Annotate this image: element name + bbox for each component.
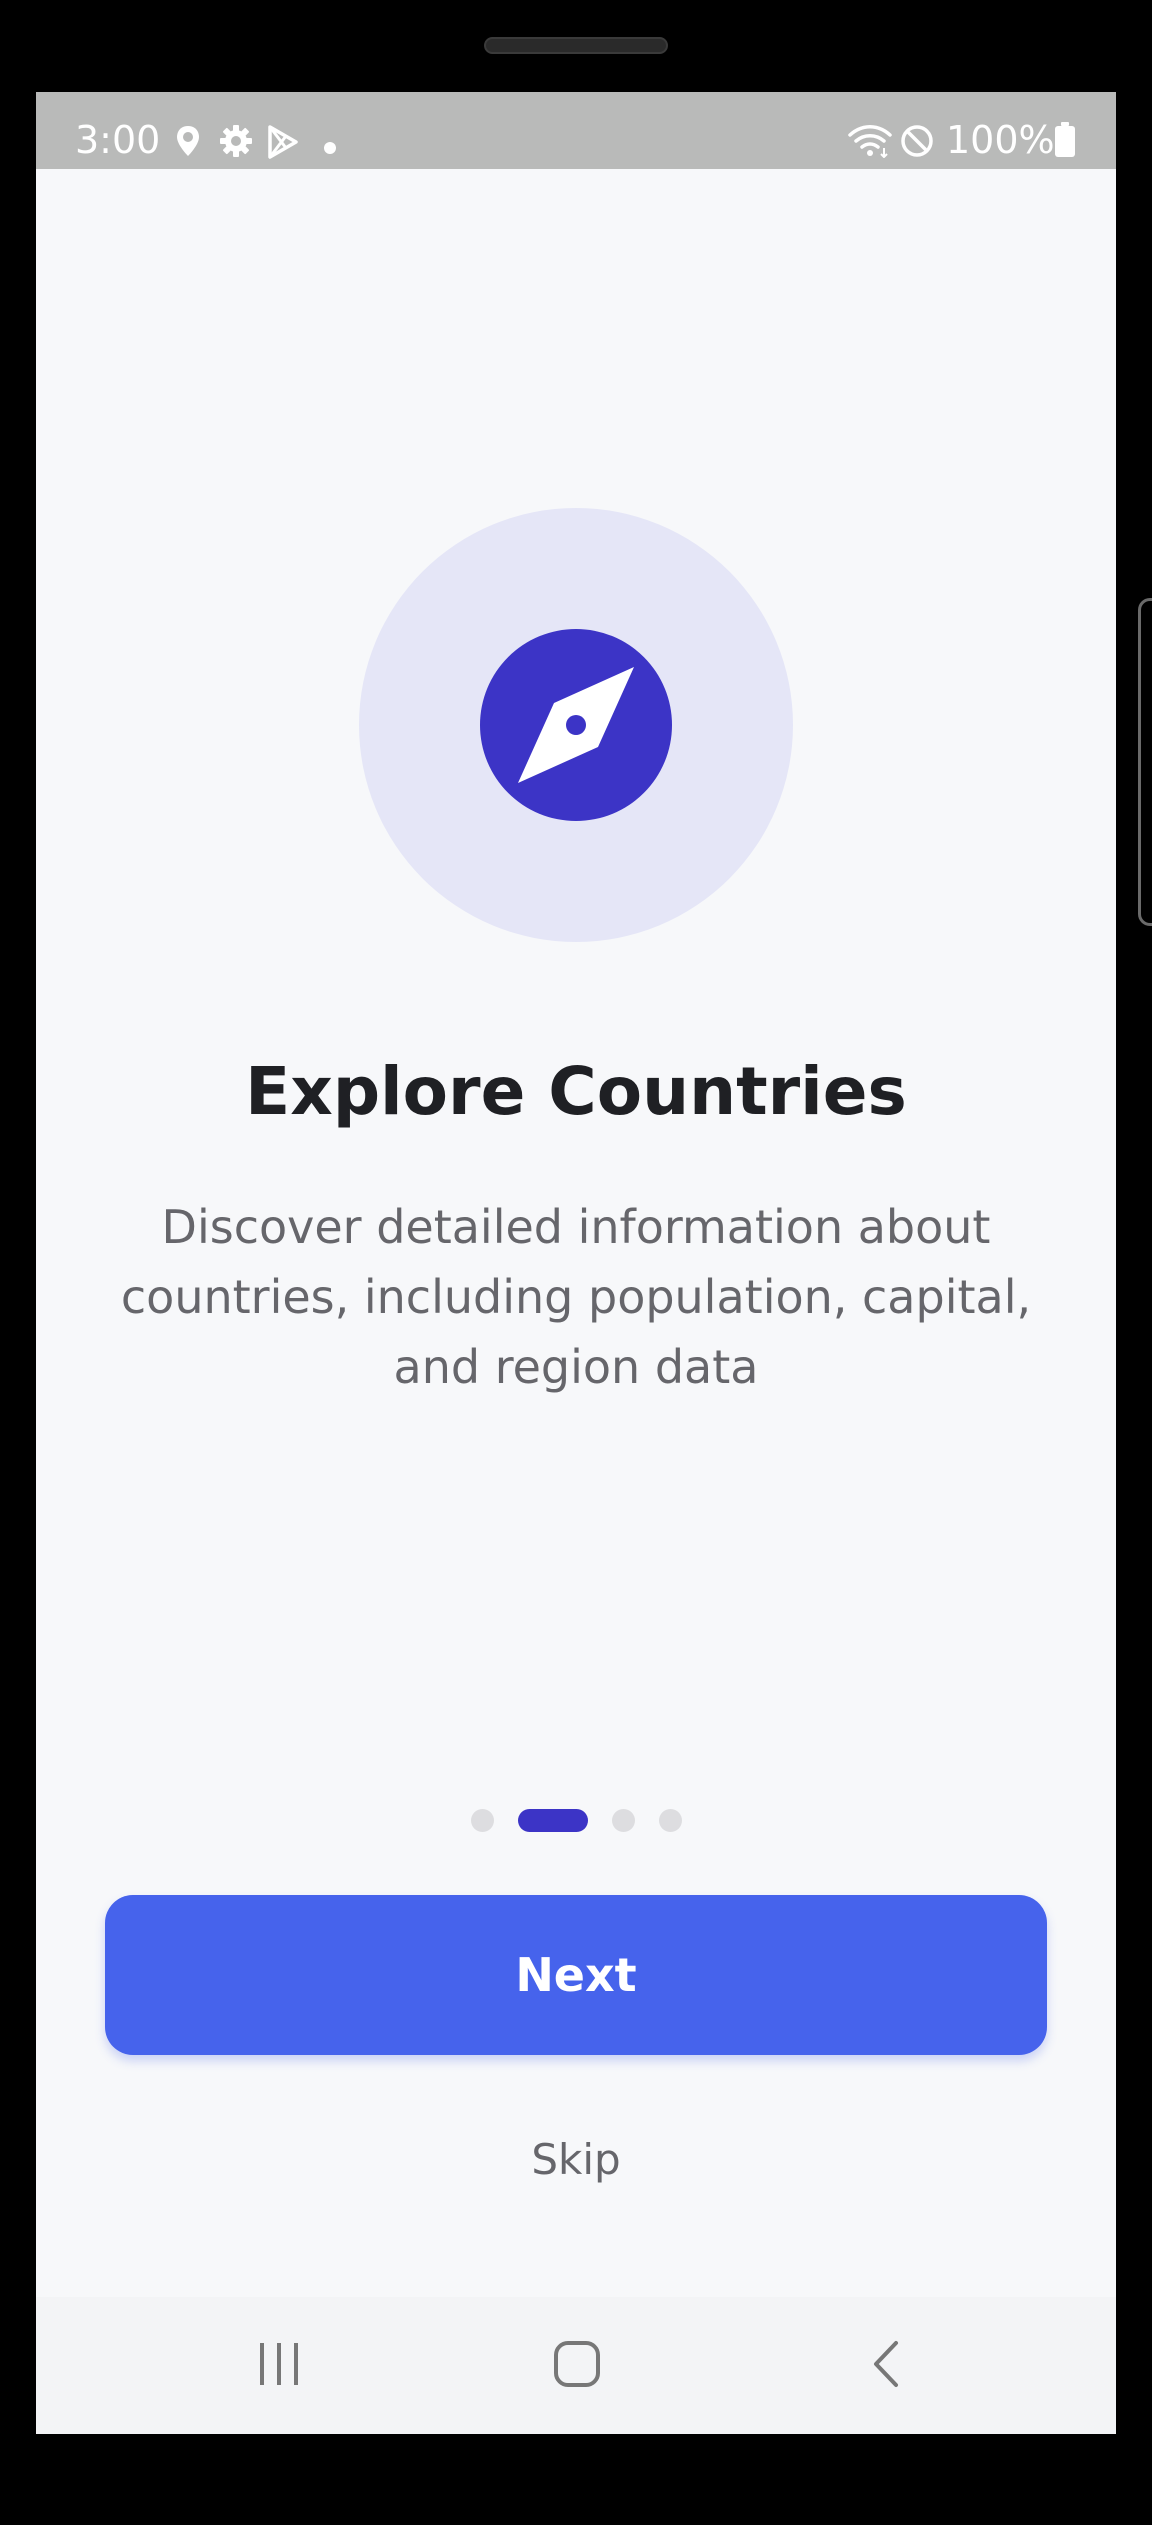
battery-icon bbox=[1054, 122, 1076, 162]
page-dot[interactable] bbox=[470, 1808, 494, 1832]
earpiece-speaker bbox=[484, 37, 668, 54]
notification-dot-icon bbox=[324, 139, 336, 158]
system-navigation-bar bbox=[36, 2297, 1116, 2434]
gear-icon bbox=[219, 124, 253, 162]
battery-percentage: 100% bbox=[946, 118, 1055, 162]
skip-button[interactable]: Skip bbox=[36, 2132, 1116, 2188]
next-button[interactable]: Next bbox=[105, 1895, 1047, 2055]
onboarding-description: Discover detailed information about coun… bbox=[120, 1200, 1032, 1394]
do-not-disturb-icon bbox=[900, 124, 934, 162]
wifi-icon bbox=[848, 124, 892, 162]
location-pin-icon bbox=[174, 124, 202, 162]
status-time: 3:00 bbox=[75, 118, 161, 162]
phone-frame: 3:00 100% Explore Countries Discover det… bbox=[0, 0, 1152, 2525]
screen: 3:00 100% Explore Countries Discover det… bbox=[36, 92, 1116, 2434]
compass-icon bbox=[480, 629, 672, 821]
status-bar: 3:00 100% bbox=[36, 92, 1116, 169]
page-dot[interactable] bbox=[658, 1808, 682, 1832]
page-dot-active[interactable] bbox=[517, 1808, 588, 1832]
recent-apps-icon[interactable] bbox=[256, 2339, 302, 2393]
onboarding-title: Explore Countries bbox=[245, 1053, 907, 1130]
side-button bbox=[1138, 598, 1152, 926]
home-icon[interactable] bbox=[553, 2339, 601, 2393]
play-store-icon bbox=[266, 124, 300, 164]
back-icon[interactable] bbox=[866, 2339, 906, 2393]
page-indicator bbox=[36, 1808, 1116, 1832]
page-dot[interactable] bbox=[611, 1808, 635, 1832]
